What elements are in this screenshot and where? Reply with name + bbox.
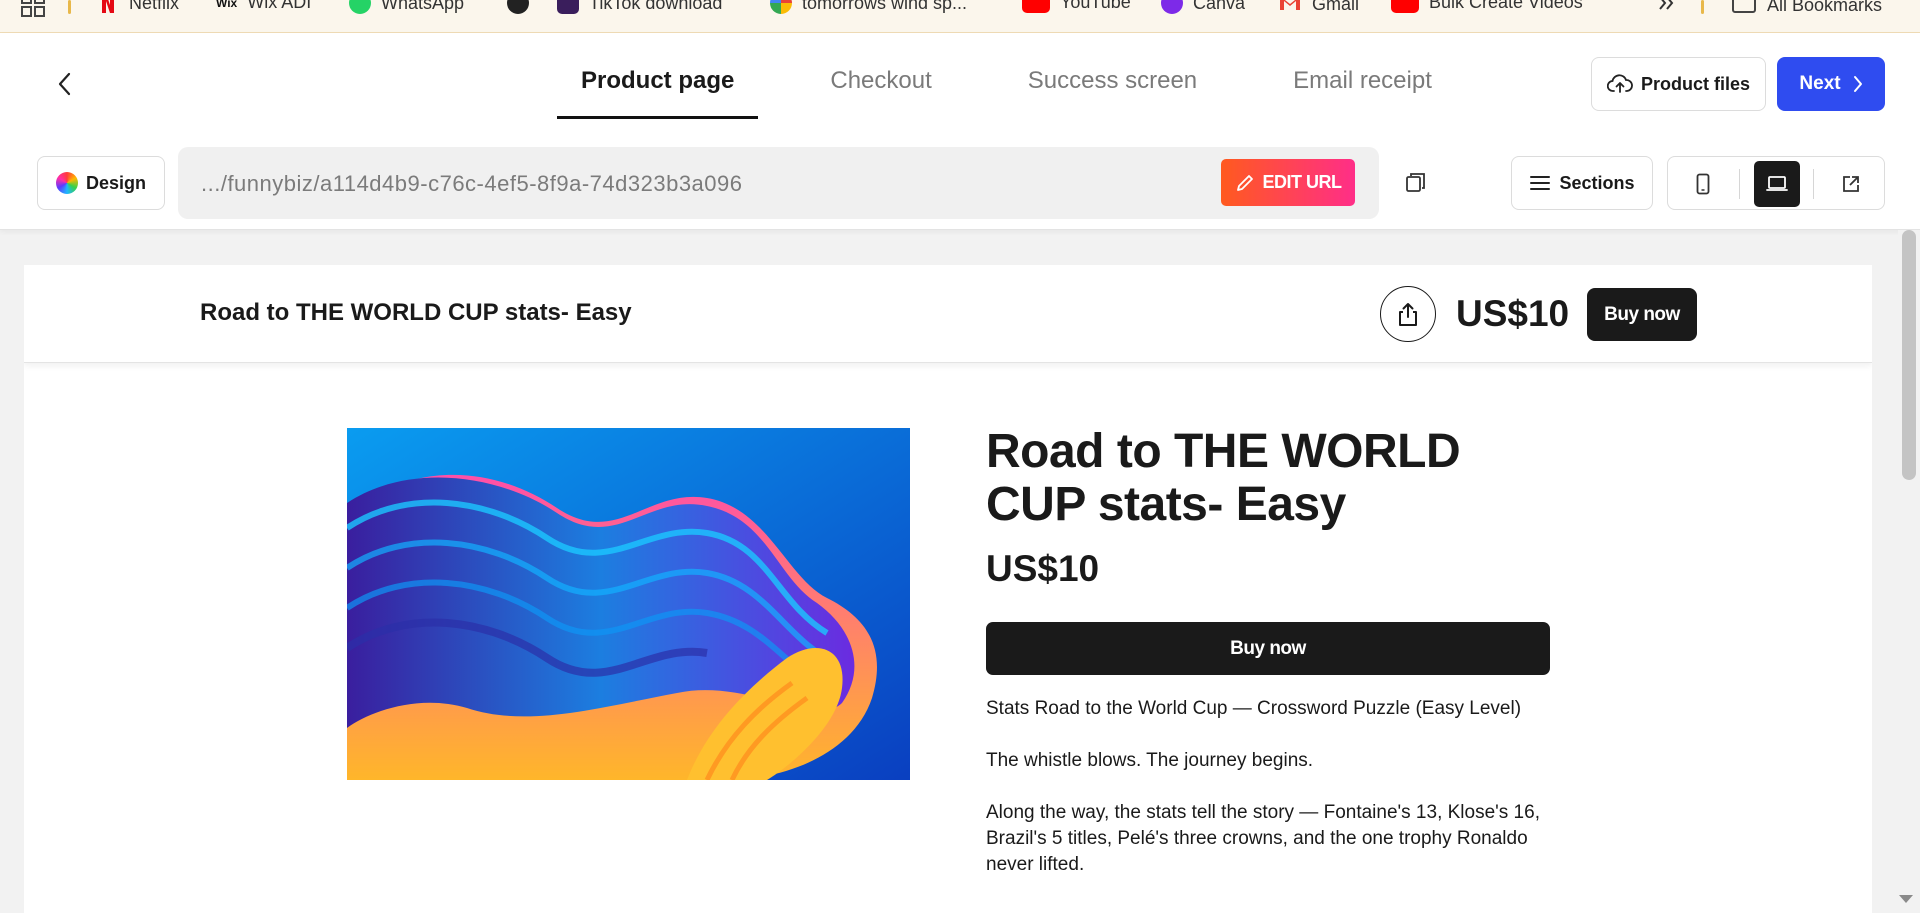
tiktok-icon [557,0,579,14]
laptop-icon [1766,176,1788,191]
page-tabs: Product page Checkout Success screen Ema… [557,63,1456,119]
product-files-button[interactable]: Product files [1591,57,1766,111]
bookmark-label: All Bookmarks [1767,0,1883,15]
sections-button[interactable]: Sections [1511,156,1653,210]
youtube-icon [1391,0,1419,13]
divider [1813,169,1814,199]
sticky-product-title: Road to THE WORLD CUP stats- Easy [200,299,632,326]
phone-icon [1696,173,1710,195]
sticky-buy-bar: Road to THE WORLD CUP stats- Easy US$10 … [24,265,1872,363]
desktop-view-button[interactable] [1754,161,1800,207]
design-button[interactable]: Design [37,156,165,210]
bookmark-google-search[interactable]: tomorrows wind sp... [770,0,967,14]
share-icon [1399,303,1417,326]
canva-icon [1161,0,1183,14]
device-toggle [1667,156,1885,210]
product-description: Stats Road to the World Cup — Crossword … [986,696,1554,904]
bookmark-bulk-create-videos[interactable]: Bulk Create Videos [1391,0,1583,13]
sections-label: Sections [1559,172,1635,193]
bookmark-youtube[interactable]: YouTube [1022,0,1131,13]
bookmark-label: Bulk Create Videos [1429,0,1583,12]
bookmark-netflix[interactable]: Netflix [97,0,179,14]
divider [1739,169,1740,199]
open-preview-button[interactable] [1828,161,1874,207]
description-paragraph: Stats Road to the World Cup — Crossword … [986,698,1522,719]
apps-grid-icon[interactable] [20,0,46,18]
design-label: Design [85,172,146,193]
scrollbar-thumb[interactable] [1902,230,1916,480]
bookmark-label: Wix ADI [247,0,312,12]
bookmark-label: TikTok download [589,0,723,13]
share-button[interactable] [1380,286,1436,342]
bookmarks-bar: Netflix Wix Wix ADI WhatsApp TikTok down… [0,0,1920,33]
bookmark-circle[interactable] [507,0,529,14]
circle-logo-icon [507,0,529,14]
bookmark-label: WhatsApp [381,0,465,13]
bookmark-tiktok[interactable]: TikTok download [557,0,722,14]
bookmark-label: Netflix [129,0,180,13]
whatsapp-icon [349,0,371,14]
bookmark-label: Canva [1193,0,1246,13]
description-paragraph: The whistle blows. The journey begins. [986,750,1314,771]
tab-email-receipt[interactable]: Email receipt [1269,63,1456,119]
product-price: US$10 [986,548,1100,589]
pencil-icon [1236,174,1253,191]
url-text: .../funnybiz/a114d4b9-c76c-4ef5-8f9a-74d… [201,171,743,196]
next-label: Next [1799,73,1841,94]
product-title: Road to THE WORLD CUP stats- Easy [986,425,1461,531]
gmail-icon [1278,0,1302,17]
sticky-price: US$10 [1456,293,1570,334]
more-chevrons-icon[interactable] [1657,0,1675,12]
youtube-icon [1022,0,1050,13]
tab-success-screen[interactable]: Success screen [1004,63,1221,119]
url-field[interactable]: .../funnybiz/a114d4b9-c76c-4ef5-8f9a-74d… [178,147,1379,219]
folder-icon [1731,0,1757,19]
tab-product-page[interactable]: Product page [557,63,759,119]
all-bookmarks[interactable]: All Bookmarks [1731,0,1882,19]
copy-icon [1406,173,1425,192]
bookmark-separator [1701,0,1704,14]
edit-url-label: EDIT URL [1262,172,1343,192]
menu-icon [1530,176,1551,190]
external-link-icon [1843,176,1859,192]
cloud-upload-icon [1606,74,1633,93]
mobile-view-button[interactable] [1680,161,1726,207]
wix-icon: Wix [216,0,238,10]
tab-checkout[interactable]: Checkout [806,63,955,119]
bookmark-gmail[interactable]: Gmail [1278,0,1359,17]
bookmark-separator [68,0,71,14]
back-button[interactable] [50,69,80,99]
copy-url-button[interactable] [1401,167,1431,197]
product-files-label: Product files [1640,73,1751,94]
chevron-left-icon [58,72,71,96]
bookmark-whatsapp[interactable]: WhatsApp [349,0,464,14]
bookmark-label: tomorrows wind sp... [802,0,968,13]
bookmark-wix-adi[interactable]: Wix Wix ADI [216,0,311,13]
bookmark-label: YouTube [1060,0,1131,12]
editor-header: Product page Checkout Success screen Ema… [0,33,1920,230]
sticky-buy-now-button[interactable]: Buy now [1587,288,1697,341]
next-button[interactable]: Next [1777,57,1885,111]
chevron-right-icon [1853,76,1862,92]
description-paragraph: Along the way, the stats tell the story … [986,802,1540,875]
bookmark-canva[interactable]: Canva [1161,0,1245,14]
bookmark-label: Gmail [1312,0,1360,14]
buy-now-button[interactable]: Buy now [986,622,1550,675]
product-cover-image [347,428,910,780]
edit-url-button[interactable]: EDIT URL [1221,159,1355,206]
color-wheel-icon [55,172,78,194]
netflix-icon [97,0,119,14]
scroll-down-arrow-icon[interactable] [1899,895,1913,903]
google-icon [770,0,792,14]
product-page-preview: Road to THE WORLD CUP stats- Easy US$10 … [24,265,1872,913]
